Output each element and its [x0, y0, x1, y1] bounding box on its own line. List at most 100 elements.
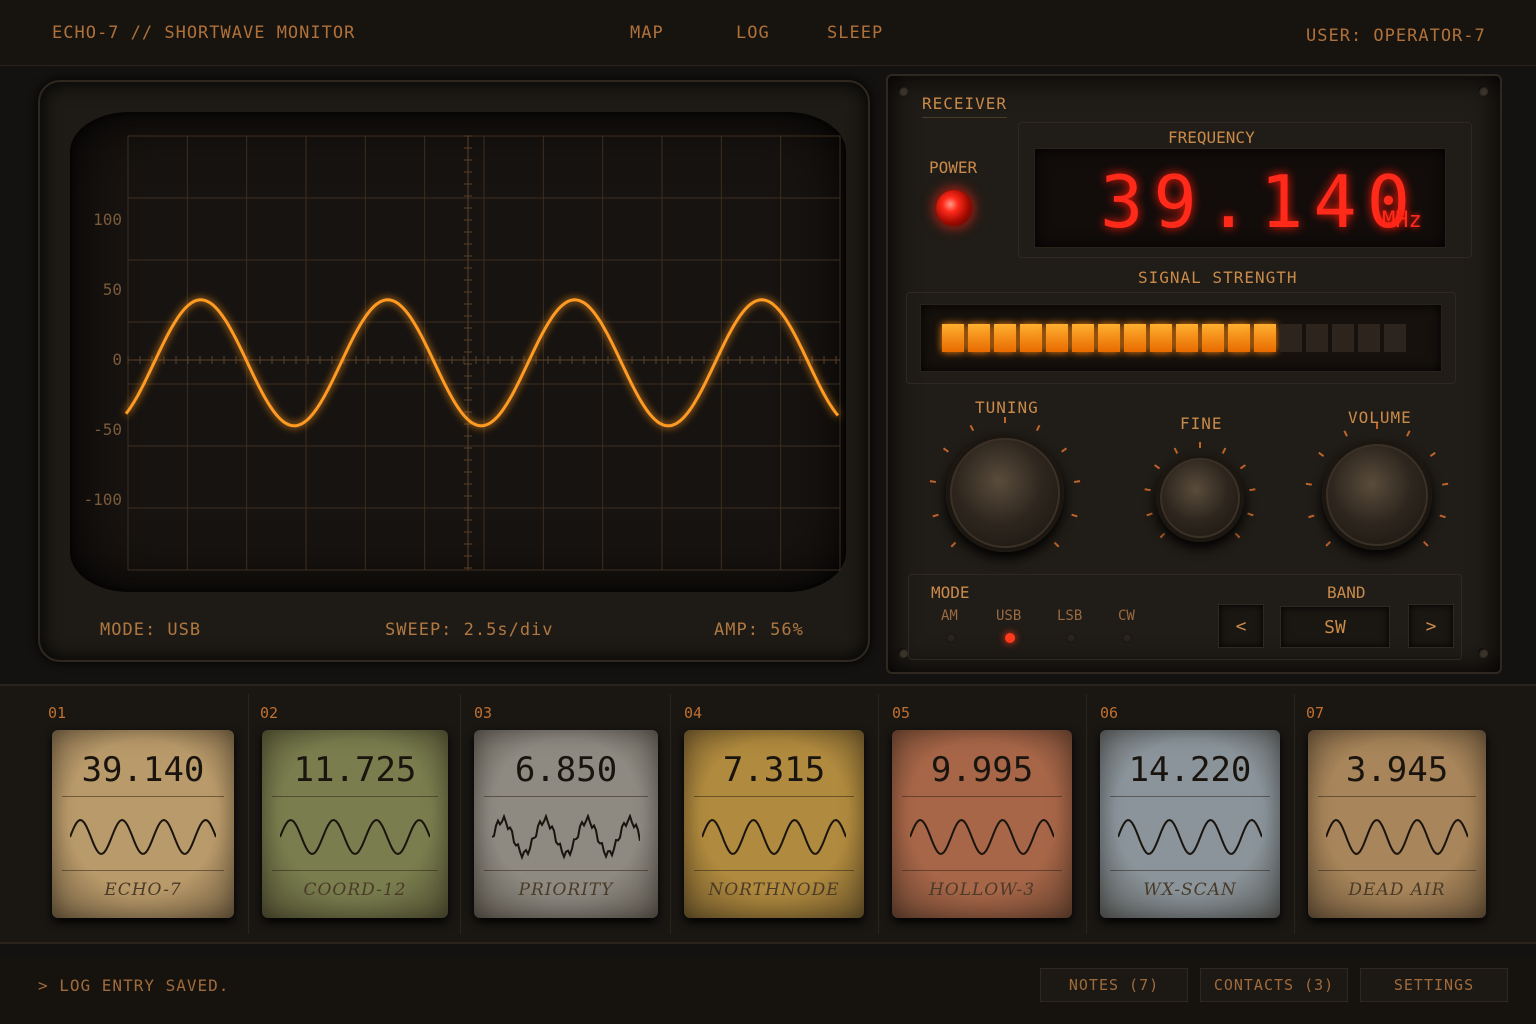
preset-frequency: 3.945 — [1345, 750, 1449, 790]
mode-option-lsb[interactable]: LSB — [1057, 608, 1082, 624]
receiver-title: RECEIVER — [922, 94, 1008, 118]
preset-rule — [1318, 796, 1476, 797]
band-value: SW — [1280, 606, 1390, 648]
preset-waveform-icon — [70, 818, 216, 855]
mode-led-cw — [1122, 633, 1132, 643]
preset-frequency: 6.850 — [514, 750, 618, 790]
preset-rule — [694, 796, 854, 797]
signal-segment — [1020, 324, 1042, 352]
scope-y-tick-label: 0 — [112, 350, 122, 369]
preset-waveform-icon — [1118, 818, 1262, 856]
screw-icon — [1478, 648, 1488, 658]
mode-option-cw[interactable]: CW — [1118, 608, 1135, 624]
log-status: > LOG ENTRY SAVED. — [38, 976, 230, 995]
preset-divider — [878, 694, 879, 934]
mode-option-usb[interactable]: USB — [996, 608, 1021, 624]
preset-rule — [484, 796, 648, 797]
screw-icon — [898, 648, 908, 658]
preset-divider — [670, 694, 671, 934]
nav-log[interactable]: LOG — [736, 23, 770, 43]
preset-card[interactable]: 14.220 WX-SCAN — [1100, 730, 1280, 918]
preset-frequency: 9.995 — [930, 750, 1034, 790]
frequency-unit: MHz — [1382, 208, 1422, 233]
signal-segment — [1124, 324, 1146, 352]
preset-card[interactable]: 7.315 NORTHNODE — [684, 730, 864, 918]
signal-segment — [1046, 324, 1068, 352]
signal-segment — [968, 324, 990, 352]
app-title: ECHO-7 // SHORTWAVE MONITOR — [52, 23, 356, 43]
screw-icon — [1478, 86, 1488, 96]
preset-card[interactable]: 39.140 ECHO-7 — [52, 730, 234, 918]
preset-rule — [272, 870, 438, 871]
signal-segment — [1072, 324, 1094, 352]
preset-waveform-icon — [702, 818, 846, 856]
frequency-label: FREQUENCY — [1168, 128, 1255, 147]
tuning-label: TUNING — [975, 398, 1039, 417]
preset-name: COORD-12 — [303, 880, 407, 900]
mode-led-am — [946, 633, 956, 643]
power-led-icon[interactable] — [936, 190, 972, 226]
signal-segment — [1358, 324, 1380, 352]
preset-rule — [902, 796, 1062, 797]
preset-slot-number: 01 — [48, 704, 67, 722]
preset-slot-number: 03 — [474, 704, 493, 722]
signal-segment — [994, 324, 1016, 352]
preset-slot-number: 06 — [1100, 704, 1119, 722]
preset-divider — [248, 694, 249, 934]
nav-sleep[interactable]: SLEEP — [827, 23, 883, 43]
nav-map[interactable]: MAP — [630, 23, 664, 43]
preset-rule — [1110, 870, 1270, 871]
contacts-button[interactable]: CONTACTS (3) — [1200, 968, 1348, 1002]
notes-button[interactable]: NOTES (7) — [1040, 968, 1188, 1002]
preset-rule — [694, 870, 854, 871]
preset-divider — [1294, 694, 1295, 934]
signal-segment — [1280, 324, 1302, 352]
preset-divider — [1086, 694, 1087, 934]
settings-button[interactable]: SETTINGS — [1360, 968, 1508, 1002]
preset-rule — [484, 870, 648, 871]
tuning-knob[interactable] — [946, 434, 1064, 552]
signal-segment — [1228, 324, 1250, 352]
scope-mode-readout: MODE: USB — [100, 620, 202, 640]
preset-frequency: 11.725 — [293, 750, 417, 790]
power-label: POWER — [929, 158, 978, 177]
preset-name: HOLLOW-3 — [928, 880, 1036, 900]
band-prev-button[interactable]: < — [1218, 604, 1264, 648]
fine-knob[interactable] — [1156, 454, 1244, 542]
preset-rule — [62, 870, 224, 871]
scope-y-axis-labels: 100 50 0 -50 -100 — [83, 210, 122, 509]
preset-waveform-icon — [910, 818, 1054, 856]
volume-label: VOLUME — [1348, 408, 1412, 427]
band-label: BAND — [1327, 583, 1366, 602]
preset-card[interactable]: 3.945 DEAD AIR — [1308, 730, 1486, 918]
scope-waveform — [124, 298, 840, 428]
signal-strength-meter — [942, 324, 1406, 352]
signal-strength-label: SIGNAL STRENGTH — [1138, 268, 1298, 287]
signal-segment — [1098, 324, 1120, 352]
scope-y-tick-label: -100 — [83, 490, 122, 509]
signal-segment — [1202, 324, 1224, 352]
preset-name: DEAD AIR — [1348, 880, 1446, 900]
preset-frequency: 14.220 — [1128, 750, 1252, 790]
preset-frequency: 39.140 — [81, 750, 205, 790]
mode-led-usb — [1005, 633, 1015, 643]
preset-rule — [902, 870, 1062, 871]
volume-knob[interactable] — [1322, 440, 1432, 550]
user-label: USER: OPERATOR-7 — [1306, 26, 1486, 46]
scope-sweep-readout: SWEEP: 2.5s/div — [385, 620, 554, 640]
band-next-button[interactable]: > — [1408, 604, 1454, 648]
scope-y-tick-label: -50 — [93, 420, 122, 439]
preset-card[interactable]: 9.995 HOLLOW-3 — [892, 730, 1072, 918]
preset-card[interactable]: 6.850 PRIORITY — [474, 730, 658, 918]
preset-card[interactable]: 11.725 COORD-12 — [262, 730, 448, 918]
signal-segment — [942, 324, 964, 352]
signal-segment — [1176, 324, 1198, 352]
mode-option-am[interactable]: AM — [941, 608, 958, 624]
scope-grid — [127, 135, 841, 571]
screw-icon — [898, 86, 908, 96]
scope-amp-readout: AMP: 56% — [714, 620, 804, 640]
mode-label: MODE — [931, 583, 970, 602]
preset-frequency: 7.315 — [722, 750, 826, 790]
preset-slot-number: 07 — [1306, 704, 1325, 722]
scope-y-tick-label: 100 — [93, 210, 122, 229]
